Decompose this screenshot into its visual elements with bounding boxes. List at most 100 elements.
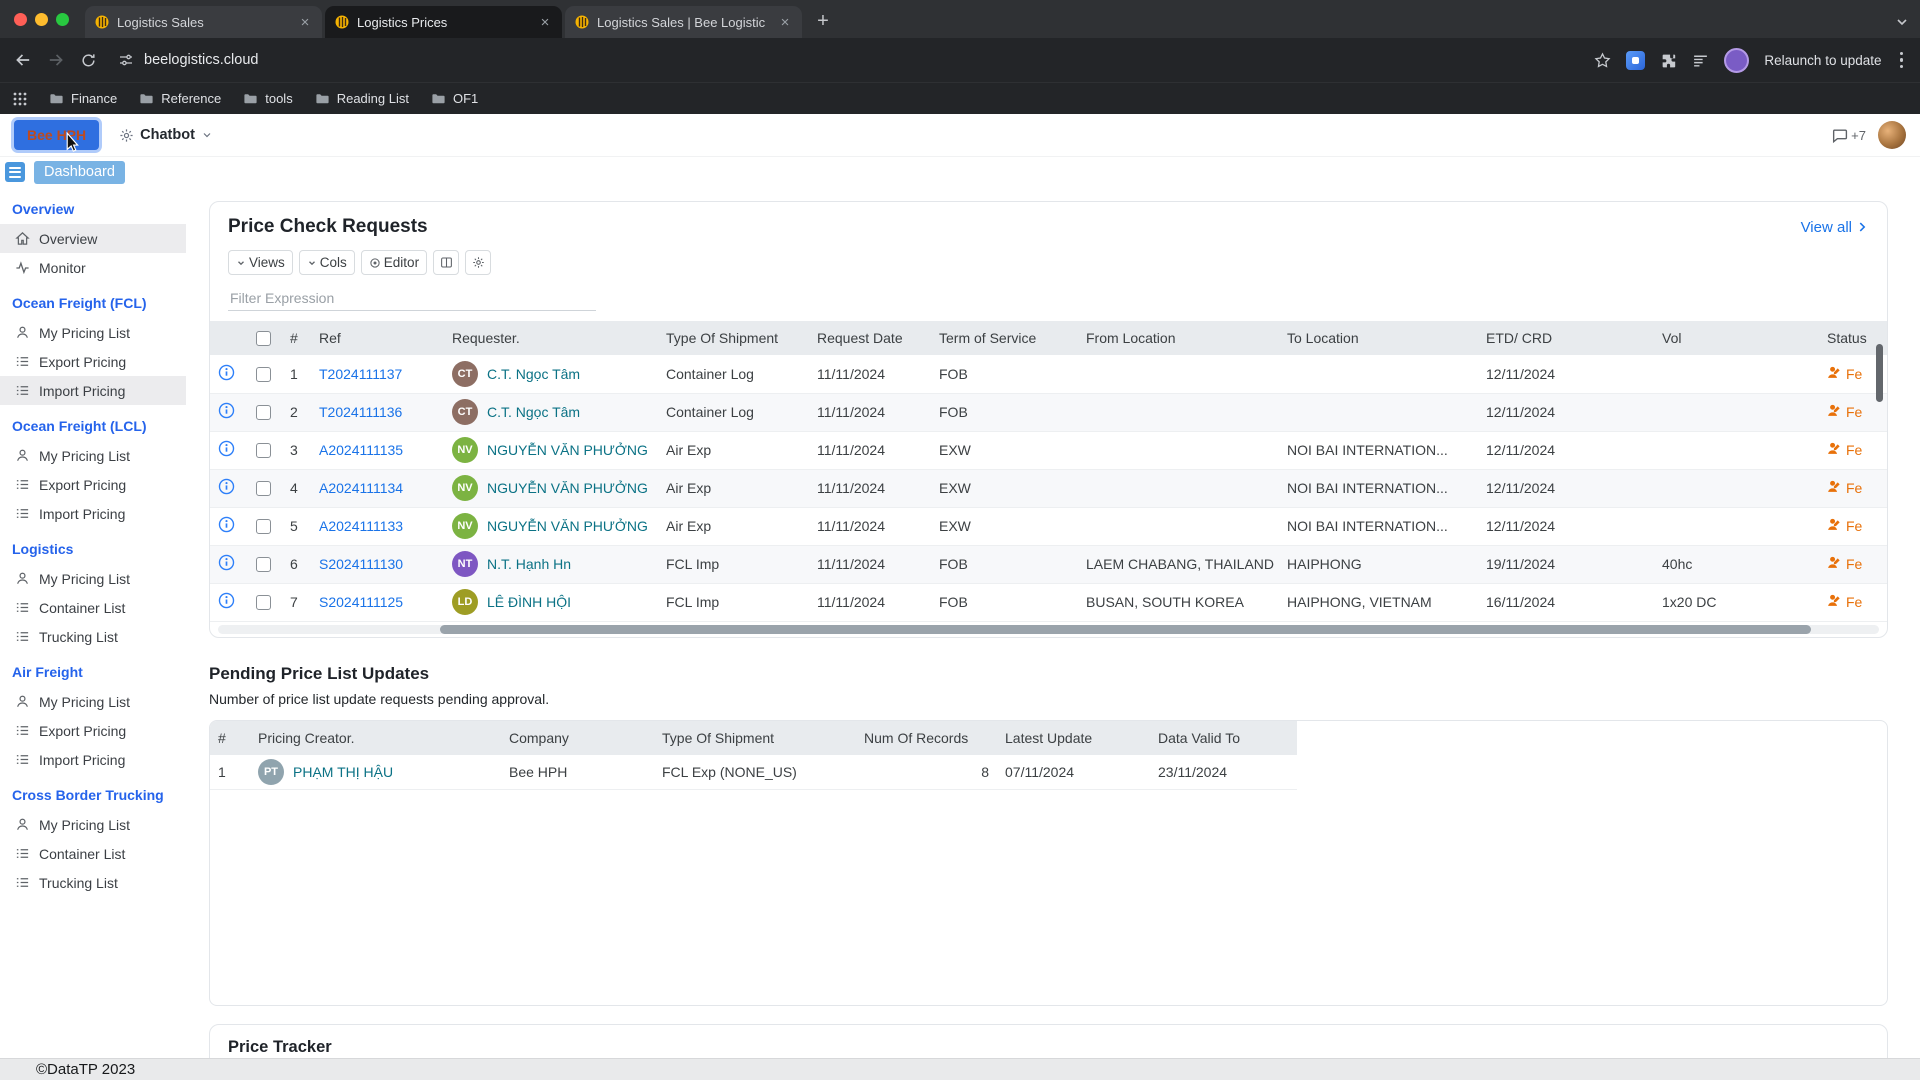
bookmark-folder-of1[interactable]: OF1	[422, 87, 487, 110]
sidebar-item-cross-border-trucking-container-list[interactable]: Container List	[0, 839, 186, 868]
tab-logistics-sales-bee[interactable]: Logistics Sales | Bee Logistic ×	[565, 6, 802, 38]
sidebar-item-ocean-freight-lcl-export-pricing[interactable]: Export Pricing	[0, 470, 186, 499]
horizontal-scrollbar-thumb[interactable]	[440, 625, 1811, 634]
requester-name[interactable]: C.T. Ngọc Tâm	[487, 404, 580, 420]
pending-row[interactable]: 1PTPHẠM THỊ HẬUBee HPHFCL Exp (NONE_US)8…	[210, 755, 1297, 789]
row-checkbox[interactable]	[256, 557, 271, 572]
browser-menu-icon[interactable]	[1897, 52, 1907, 69]
ref-link[interactable]: S2024111125	[319, 594, 403, 610]
row-checkbox[interactable]	[256, 405, 271, 420]
sidebar-item-air-freight-my-pricing-list[interactable]: My Pricing List	[0, 687, 186, 716]
sidebar-item-logistics-container-list[interactable]: Container List	[0, 593, 186, 622]
url-text[interactable]: beelogistics.cloud	[144, 52, 258, 68]
row-checkbox[interactable]	[256, 519, 271, 534]
tab-close-icon[interactable]: ×	[297, 14, 313, 31]
site-settings-icon[interactable]	[118, 52, 134, 68]
sidebar-item-overview-monitor[interactable]: Monitor	[0, 253, 186, 282]
table-settings-button[interactable]	[465, 250, 491, 275]
requester-name[interactable]: C.T. Ngọc Tâm	[487, 366, 580, 382]
bookmark-folder-reference[interactable]: Reference	[130, 87, 230, 110]
minimize-window-button[interactable]	[35, 13, 48, 26]
bookmark-folder-tools[interactable]: tools	[234, 87, 301, 110]
side-panel-icon[interactable]	[1692, 52, 1709, 69]
tab-close-icon[interactable]: ×	[537, 14, 553, 31]
vertical-scrollbar-thumb[interactable]	[1876, 344, 1883, 402]
info-icon[interactable]	[218, 478, 235, 495]
row-checkbox[interactable]	[256, 443, 271, 458]
bee-hph-brand-button[interactable]: Bee HPH	[14, 120, 99, 150]
ref-link[interactable]: T2024111137	[319, 366, 402, 382]
price-check-row[interactable]: 7S2024111125LDLÊ ĐÌNH HỘIFCL Imp11/11/20…	[210, 583, 1887, 621]
chatbot-menu[interactable]: Chatbot	[119, 127, 213, 143]
new-tab-button[interactable]: +	[809, 7, 837, 35]
requester-name[interactable]: N.T. Hạnh Hn	[487, 556, 571, 572]
sidebar-item-ocean-freight-fcl-my-pricing-list[interactable]: My Pricing List	[0, 318, 186, 347]
info-icon[interactable]	[218, 440, 235, 457]
view-all-link[interactable]: View all	[1801, 219, 1869, 236]
back-icon[interactable]	[14, 51, 32, 69]
info-icon[interactable]	[218, 592, 235, 609]
sidebar-item-air-freight-export-pricing[interactable]: Export Pricing	[0, 716, 186, 745]
tab-close-icon[interactable]: ×	[777, 14, 793, 31]
ref-link[interactable]: S2024111130	[319, 556, 403, 572]
ref-link[interactable]: A2024111133	[319, 518, 403, 534]
info-icon[interactable]	[218, 554, 235, 571]
info-icon[interactable]	[218, 516, 235, 533]
sidebar-item-cross-border-trucking-my-pricing-list[interactable]: My Pricing List	[0, 810, 186, 839]
bookmark-star-icon[interactable]	[1594, 52, 1611, 69]
editor-button[interactable]: Editor	[361, 250, 427, 275]
close-window-button[interactable]	[14, 13, 27, 26]
row-checkbox[interactable]	[256, 481, 271, 496]
apps-grid-icon[interactable]	[12, 91, 28, 107]
requester-name[interactable]: NGUYỄN VĂN PHƯỞNG	[487, 442, 648, 458]
views-button[interactable]: Views	[228, 250, 293, 275]
relaunch-to-update-button[interactable]: Relaunch to update	[1764, 53, 1881, 68]
sidebar-item-logistics-my-pricing-list[interactable]: My Pricing List	[0, 564, 186, 593]
tab-search-chevron-icon[interactable]	[1894, 14, 1910, 30]
ref-link[interactable]: T2024111136	[319, 404, 402, 420]
price-check-row[interactable]: 5A2024111133NVNGUYỄN VĂN PHƯỞNGAir Exp11…	[210, 507, 1887, 545]
sidebar-item-logistics-trucking-list[interactable]: Trucking List	[0, 622, 186, 651]
sidebar-item-ocean-freight-fcl-import-pricing[interactable]: Import Pricing	[0, 376, 186, 405]
user-avatar[interactable]	[1878, 121, 1906, 149]
bookmark-folder-finance[interactable]: Finance	[40, 87, 126, 110]
row-checkbox[interactable]	[256, 367, 271, 382]
filter-expression-input[interactable]	[228, 286, 596, 311]
tab-logistics-prices-active[interactable]: Logistics Prices ×	[325, 6, 562, 38]
sidebar-item-ocean-freight-lcl-import-pricing[interactable]: Import Pricing	[0, 499, 186, 528]
horizontal-scrollbar[interactable]	[218, 625, 1879, 634]
requester-name[interactable]: NGUYỄN VĂN PHƯỞNG	[487, 518, 648, 534]
reload-icon[interactable]	[80, 52, 97, 69]
cols-button[interactable]: Cols	[299, 250, 355, 275]
select-all-checkbox[interactable]	[256, 331, 271, 346]
requester-name[interactable]: LÊ ĐÌNH HỘI	[487, 594, 571, 610]
tab-logistics-sales[interactable]: Logistics Sales ×	[85, 6, 322, 38]
requester-name[interactable]: NGUYỄN VĂN PHƯỞNG	[487, 480, 648, 496]
creator-name[interactable]: PHẠM THỊ HẬU	[293, 764, 393, 780]
extensions-puzzle-icon[interactable]	[1660, 52, 1677, 69]
forward-icon[interactable]	[47, 51, 65, 69]
fullscreen-window-button[interactable]	[56, 13, 69, 26]
messages-indicator[interactable]: +7	[1831, 127, 1866, 144]
sidebar-item-ocean-freight-fcl-export-pricing[interactable]: Export Pricing	[0, 347, 186, 376]
sidebar-item-ocean-freight-lcl-my-pricing-list[interactable]: My Pricing List	[0, 441, 186, 470]
sidebar-item-cross-border-trucking-trucking-list[interactable]: Trucking List	[0, 868, 186, 897]
columns-layout-button[interactable]	[433, 250, 459, 275]
row-checkbox[interactable]	[256, 595, 271, 610]
price-check-row[interactable]: 1T2024111137CTC.T. Ngọc TâmContainer Log…	[210, 355, 1887, 393]
bookmark-folder-reading-list[interactable]: Reading List	[306, 87, 418, 110]
sidebar-toggle-icon[interactable]	[5, 162, 25, 182]
breadcrumb-dashboard[interactable]: Dashboard	[34, 161, 125, 184]
ref-link[interactable]: A2024111134	[319, 480, 403, 496]
info-icon[interactable]	[218, 364, 235, 381]
extension-shortcut-icon[interactable]	[1626, 51, 1645, 70]
info-icon[interactable]	[218, 402, 235, 419]
ref-link[interactable]: A2024111135	[319, 442, 403, 458]
sidebar-item-overview-overview[interactable]: Overview	[0, 224, 186, 253]
price-check-row[interactable]: 2T2024111136CTC.T. Ngọc TâmContainer Log…	[210, 393, 1887, 431]
sidebar-item-air-freight-import-pricing[interactable]: Import Pricing	[0, 745, 186, 774]
price-check-row[interactable]: 4A2024111134NVNGUYỄN VĂN PHƯỞNGAir Exp11…	[210, 469, 1887, 507]
url-bar[interactable]: beelogistics.cloud	[112, 52, 1579, 68]
browser-profile-avatar[interactable]	[1724, 48, 1749, 73]
price-check-row[interactable]: 6S2024111130NTN.T. Hạnh HnFCL Imp11/11/2…	[210, 545, 1887, 583]
